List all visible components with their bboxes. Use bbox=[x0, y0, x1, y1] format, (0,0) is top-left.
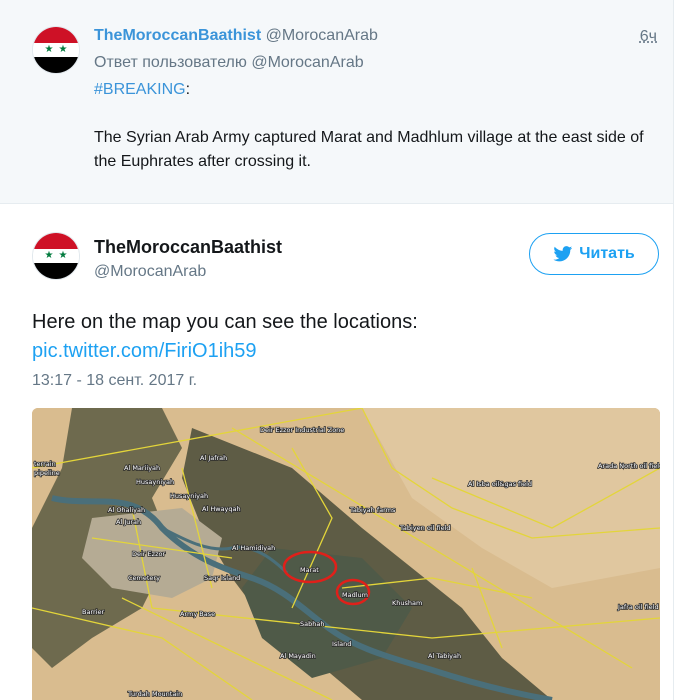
tweet-date[interactable]: 13:17 - 18 сент. 2017 г. bbox=[32, 372, 197, 390]
map-label: Al Hwayqah bbox=[202, 505, 241, 513]
flag-black-band bbox=[33, 263, 79, 279]
map-label: Island bbox=[332, 640, 351, 648]
tweet-body: The Syrian Arab Army captured Marat and … bbox=[94, 129, 644, 170]
flag-black-band bbox=[33, 57, 79, 73]
tweet-header: TheMoroccanBaathist @MorocanArab bbox=[94, 27, 378, 45]
twitter-bird-icon bbox=[553, 246, 573, 262]
map-label: Marat bbox=[300, 566, 319, 574]
map-label: Khusham bbox=[392, 599, 422, 607]
avatar[interactable]: ★ ★ bbox=[32, 26, 80, 74]
display-name[interactable]: TheMoroccanBaathist bbox=[94, 27, 261, 44]
map-label: Al Mayadin bbox=[280, 652, 316, 660]
tweet-timestamp[interactable]: 6ч bbox=[640, 28, 657, 46]
reply-context: Ответ пользователю @MorocanArab bbox=[94, 54, 364, 71]
user-handle[interactable]: @MorocanArab bbox=[94, 263, 206, 281]
main-tweet: ★ ★ TheMoroccanBaathist @MorocanArab Чита… bbox=[0, 204, 674, 700]
tweet-text: #BREAKING: The Syrian Arab Army captured… bbox=[94, 78, 664, 174]
media-link[interactable]: pic.twitter.com/FiriO1ih59 bbox=[32, 337, 418, 366]
map-label: Al Mariiyah bbox=[124, 464, 160, 472]
map-label: Army Base bbox=[180, 610, 215, 618]
flag-stars-icon: ★ ★ bbox=[44, 43, 68, 55]
map-label: Cemetery bbox=[128, 574, 160, 582]
avatar[interactable]: ★ ★ bbox=[32, 232, 80, 280]
map-label: Arada North oil field bbox=[598, 462, 660, 470]
flag-stars-icon: ★ ★ bbox=[44, 249, 68, 261]
follow-button-label: Читать bbox=[579, 245, 635, 262]
hashtag-link[interactable]: #BREAKING bbox=[94, 81, 186, 98]
map-image[interactable]: Deir Ezzor Industrial Zone terrain pipel… bbox=[32, 408, 660, 700]
map-label: Tabiyen oil field bbox=[399, 524, 451, 532]
parent-tweet[interactable]: ★ ★ TheMoroccanBaathist @MorocanArab 6ч О… bbox=[0, 0, 674, 204]
map-label: Al Tabiyah bbox=[428, 652, 461, 660]
map-label: Deir Ezzor Industrial Zone bbox=[260, 426, 344, 434]
map-label: Jafra oil field bbox=[617, 603, 659, 611]
map-label: pipeline bbox=[34, 469, 60, 477]
map-label: Sabhah bbox=[300, 620, 324, 628]
hashtag-suffix: : bbox=[185, 81, 191, 98]
follow-button[interactable]: Читать bbox=[529, 233, 659, 275]
map-label: Barrier bbox=[82, 608, 104, 616]
map-label: Turdah Mountain bbox=[127, 690, 182, 698]
flag-red-band bbox=[33, 233, 79, 249]
satellite-map: Deir Ezzor Industrial Zone terrain pipel… bbox=[32, 408, 660, 700]
map-label: Saqr Island bbox=[204, 574, 240, 582]
map-label: Al Ohaliyah bbox=[108, 506, 145, 514]
map-label: Husayniyah bbox=[170, 492, 208, 500]
map-label: Al Jafrah bbox=[200, 454, 227, 462]
map-label: Al Hamidiyah bbox=[232, 544, 275, 552]
map-label: terrain bbox=[34, 460, 56, 468]
display-name[interactable]: TheMoroccanBaathist bbox=[94, 237, 282, 258]
tweet-text: Here on the map you can see the location… bbox=[32, 308, 418, 366]
map-label: Husayniyah bbox=[136, 478, 174, 486]
map-label: Al Isba oil&gas field bbox=[468, 480, 532, 488]
map-label: Madlum bbox=[342, 591, 368, 599]
map-label: Deir Ezzor bbox=[132, 550, 165, 558]
map-label: Al Jurah bbox=[116, 518, 141, 526]
map-label: Tabiyah farms bbox=[349, 506, 396, 514]
flag-red-band bbox=[33, 27, 79, 43]
tweet-body: Here on the map you can see the location… bbox=[32, 311, 418, 333]
user-handle[interactable]: @MorocanArab bbox=[266, 27, 378, 44]
